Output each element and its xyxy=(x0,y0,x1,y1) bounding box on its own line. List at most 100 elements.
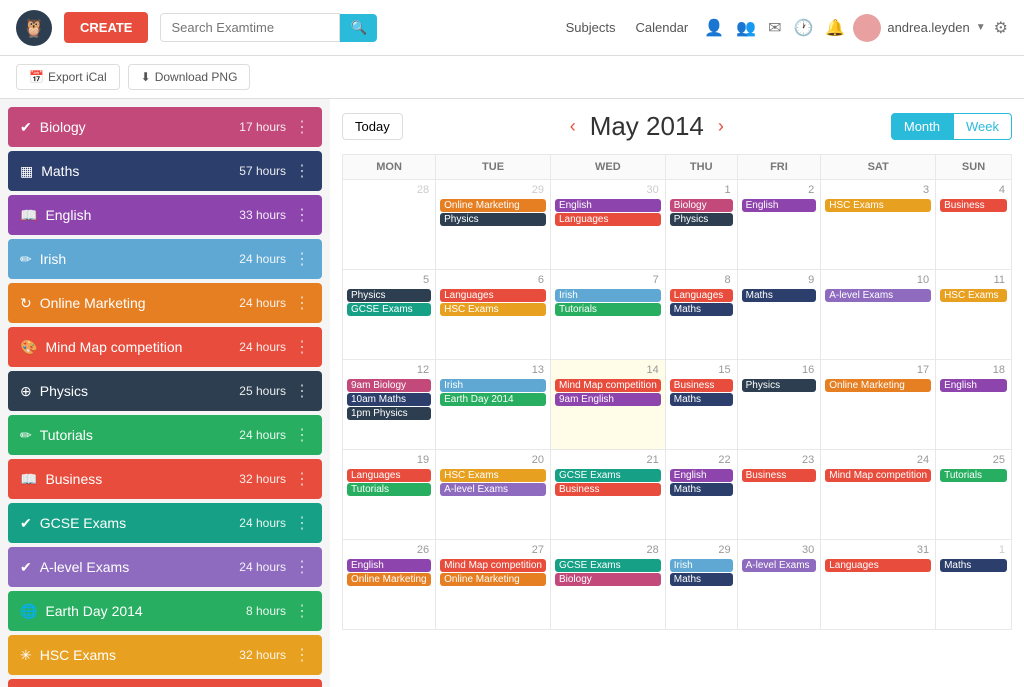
calendar-day-cell[interactable]: 25Tutorials xyxy=(936,450,1012,540)
calendar-day-cell[interactable]: 129am Biology10am Maths1pm Physics xyxy=(343,360,436,450)
calendar-event[interactable]: Maths xyxy=(940,559,1007,572)
sidebar-item[interactable]: ⊕ Physics 25 hours ⋮ xyxy=(8,371,322,411)
calendar-event[interactable]: Online Marketing xyxy=(347,573,431,586)
calendar-event[interactable]: Online Marketing xyxy=(440,573,546,586)
calendar-day-cell[interactable]: 24Mind Map competition xyxy=(821,450,936,540)
calendar-event[interactable]: English xyxy=(670,469,733,482)
month-view-button[interactable]: Month xyxy=(891,113,953,140)
calendar-event[interactable]: Languages xyxy=(347,469,431,482)
sidebar-item[interactable]: 🎨 Mind Map competition 24 hours ⋮ xyxy=(8,327,322,367)
calendar-day-cell[interactable]: 11HSC Exams xyxy=(936,270,1012,360)
calendar-event[interactable]: HSC Exams xyxy=(440,469,546,482)
calendar-event[interactable]: 1pm Physics xyxy=(347,407,431,420)
calendar-event[interactable]: Biology xyxy=(555,573,661,586)
calendar-day-cell[interactable]: 22EnglishMaths xyxy=(665,450,737,540)
sidebar-item[interactable]: ✏ Irish 24 hours ⋮ xyxy=(8,239,322,279)
next-month-arrow[interactable]: › xyxy=(712,116,730,137)
calendar-day-cell[interactable]: 4Business xyxy=(936,180,1012,270)
sidebar-item[interactable]: ✏ Tutorials 24 hours ⋮ xyxy=(8,415,322,455)
mail-icon[interactable]: ✉ xyxy=(768,18,781,38)
calendar-event[interactable]: Business xyxy=(670,379,733,392)
week-view-button[interactable]: Week xyxy=(953,113,1012,140)
calendar-event[interactable]: HSC Exams xyxy=(825,199,931,212)
calendar-event[interactable]: GCSE Exams xyxy=(347,303,431,316)
calendar-day-cell[interactable]: 2English xyxy=(737,180,821,270)
calendar-day-cell[interactable]: 21GCSE ExamsBusiness xyxy=(550,450,665,540)
calendar-day-cell[interactable]: 28GCSE ExamsBiology xyxy=(550,540,665,630)
sidebar-item[interactable]: ↻ Online Marketing 24 hours ⋮ xyxy=(8,283,322,323)
calendar-day-cell[interactable]: 3HSC Exams xyxy=(821,180,936,270)
calendar-event[interactable]: Maths xyxy=(742,289,817,302)
calendar-day-cell[interactable]: 10A-level Exams xyxy=(821,270,936,360)
calendar-event[interactable]: Mind Map competition xyxy=(825,469,931,482)
bell-icon[interactable]: 🔔 xyxy=(825,18,845,38)
calendar-event[interactable]: HSC Exams xyxy=(940,289,1007,302)
calendar-event[interactable]: Maths xyxy=(670,573,733,586)
sidebar-item[interactable]: 📖 Business 32 hours ⋮ xyxy=(8,459,322,499)
group-icon[interactable]: 👥 xyxy=(736,18,756,38)
calendar-event[interactable]: Business xyxy=(940,199,1007,212)
calendar-event[interactable]: English xyxy=(555,199,661,212)
calendar-event[interactable]: Languages xyxy=(825,559,931,572)
calendar-day-cell[interactable]: 26EnglishOnline Marketing xyxy=(343,540,436,630)
calendar-event[interactable]: Online Marketing xyxy=(440,199,546,212)
calendar-day-cell[interactable]: 23Business xyxy=(737,450,821,540)
calendar-day-cell[interactable]: 27Mind Map competitionOnline Marketing xyxy=(436,540,551,630)
calendar-event[interactable]: A-level Exams xyxy=(440,483,546,496)
calendar-event[interactable]: Tutorials xyxy=(347,483,431,496)
calendar-day-cell[interactable]: 29IrishMaths xyxy=(665,540,737,630)
calendar-day-cell[interactable]: 20HSC ExamsA-level Exams xyxy=(436,450,551,540)
sidebar-item[interactable]: ✔ Biology 17 hours ⋮ xyxy=(8,107,322,147)
download-png-button[interactable]: ⬇ Download PNG xyxy=(128,64,251,90)
calendar-day-cell[interactable]: 1BiologyPhysics xyxy=(665,180,737,270)
calendar-day-cell[interactable]: 19LanguagesTutorials xyxy=(343,450,436,540)
calendar-day-cell[interactable]: 7IrishTutorials xyxy=(550,270,665,360)
calendar-event[interactable]: Business xyxy=(742,469,817,482)
calendar-event[interactable]: Irish xyxy=(440,379,546,392)
calendar-day-cell[interactable]: 28 xyxy=(343,180,436,270)
calendar-event[interactable]: Languages xyxy=(555,213,661,226)
calendar-event[interactable]: Online Marketing xyxy=(825,379,931,392)
calendar-event[interactable]: Business xyxy=(555,483,661,496)
calendar-day-cell[interactable]: 8LanguagesMaths xyxy=(665,270,737,360)
sidebar-item[interactable]: ✔ GCSE Exams 24 hours ⋮ xyxy=(8,503,322,543)
search-button[interactable]: 🔍 xyxy=(340,14,377,42)
today-button[interactable]: Today xyxy=(342,113,403,140)
calendar-day-cell[interactable]: 6LanguagesHSC Exams xyxy=(436,270,551,360)
calendar-event[interactable]: 9am Biology xyxy=(347,379,431,392)
person-icon[interactable]: 👤 xyxy=(704,18,724,38)
user-area[interactable]: andrea.leyden ▼ xyxy=(853,14,985,42)
calendar-day-cell[interactable]: 29Online MarketingPhysics xyxy=(436,180,551,270)
calendar-day-cell[interactable]: 15BusinessMaths xyxy=(665,360,737,450)
calendar-day-cell[interactable]: 14Mind Map competition9am English xyxy=(550,360,665,450)
calendar-event[interactable]: Tutorials xyxy=(940,469,1007,482)
calendar-event[interactable]: Physics xyxy=(347,289,431,302)
calendar-day-cell[interactable]: 13IrishEarth Day 2014 xyxy=(436,360,551,450)
calendar-event[interactable]: Mind Map competition xyxy=(555,379,661,392)
calendar-event[interactable]: 9am English xyxy=(555,393,661,406)
calendar-event[interactable]: 10am Maths xyxy=(347,393,431,406)
calendar-day-cell[interactable]: 16Physics xyxy=(737,360,821,450)
calendar-event[interactable]: Languages xyxy=(670,289,733,302)
sidebar-item[interactable]: ▦ Maths 57 hours ⋮ xyxy=(8,151,322,191)
create-button[interactable]: CREATE xyxy=(64,12,148,43)
calendar-event[interactable]: Mind Map competition xyxy=(440,559,546,572)
settings-icon[interactable]: ⚙ xyxy=(994,18,1008,38)
search-input[interactable] xyxy=(160,13,340,42)
calendar-event[interactable]: GCSE Exams xyxy=(555,559,661,572)
calendar-event[interactable]: Tutorials xyxy=(555,303,661,316)
calendar-event[interactable]: GCSE Exams xyxy=(555,469,661,482)
calendar-event[interactable]: English xyxy=(742,199,817,212)
calendar-event[interactable]: Irish xyxy=(555,289,661,302)
calendar-event[interactable]: Maths xyxy=(670,303,733,316)
nav-calendar[interactable]: Calendar xyxy=(635,20,688,35)
calendar-day-cell[interactable]: 9Maths xyxy=(737,270,821,360)
export-ical-button[interactable]: 📅 Export iCal xyxy=(16,64,120,90)
calendar-day-cell[interactable]: 30EnglishLanguages xyxy=(550,180,665,270)
calendar-event[interactable]: Irish xyxy=(670,559,733,572)
calendar-day-cell[interactable]: 1Maths xyxy=(936,540,1012,630)
sidebar-item[interactable]: 👤 Languages 32 hours ⋮ xyxy=(8,679,322,687)
calendar-day-cell[interactable]: 30A-level Exams xyxy=(737,540,821,630)
calendar-event[interactable]: Languages xyxy=(440,289,546,302)
calendar-event[interactable]: English xyxy=(347,559,431,572)
